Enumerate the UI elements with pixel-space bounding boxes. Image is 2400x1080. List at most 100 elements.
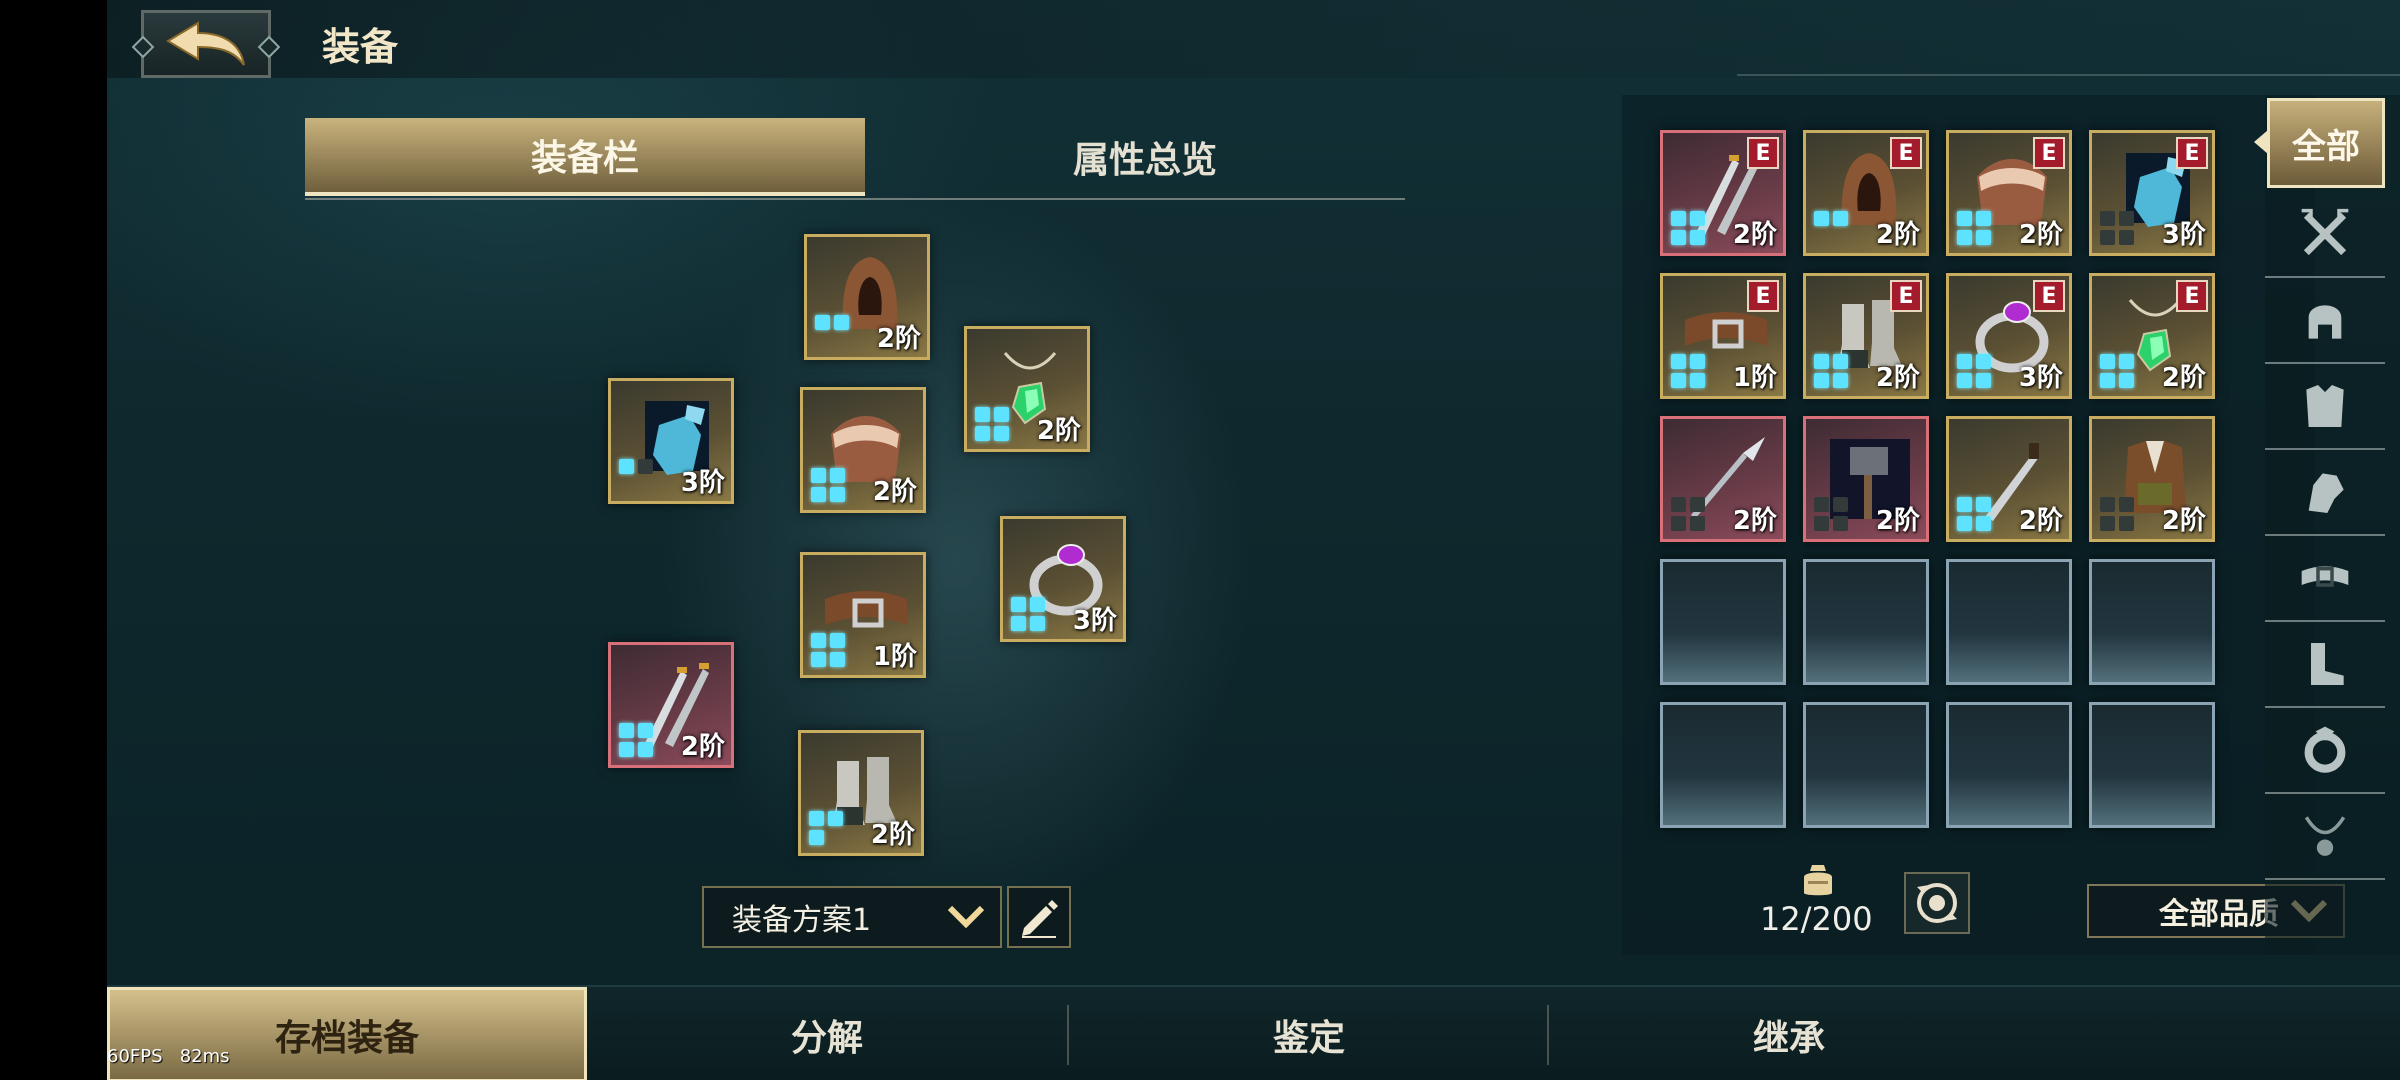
sort-cycle-icon xyxy=(1917,883,1957,923)
gem-slots xyxy=(619,459,653,493)
gem-slots xyxy=(1957,211,1991,245)
inventory-item[interactable]: 3阶 E xyxy=(2089,130,2215,256)
inventory-empty-slot[interactable] xyxy=(1946,702,2072,828)
slot-hood[interactable]: 2阶 xyxy=(804,234,930,360)
slot-ring[interactable]: 3阶 xyxy=(1000,516,1126,642)
back-button[interactable] xyxy=(141,10,271,78)
gem-slots xyxy=(975,407,1009,441)
tier-label: 3阶 xyxy=(1072,606,1117,636)
divider xyxy=(1737,74,2400,76)
selection-arrow-icon xyxy=(2254,130,2268,154)
dismantle-button[interactable]: 分解 xyxy=(587,987,1067,1080)
category-all[interactable]: 全部 xyxy=(2267,98,2385,188)
gem-slots xyxy=(2100,211,2134,245)
equipped-badge: E xyxy=(1890,280,1922,312)
tier-label: 2阶 xyxy=(2161,506,2206,536)
gem-slots xyxy=(1671,497,1705,531)
quality-filter-label: 全部品质 xyxy=(2159,897,2279,932)
view-tabs: 装备栏 属性总览 xyxy=(305,118,1405,200)
inventory-count: 12/200 xyxy=(1760,900,1873,938)
category-swords[interactable] xyxy=(2265,192,2385,278)
swords-icon xyxy=(2301,208,2349,256)
inventory-empty-slot[interactable] xyxy=(1803,559,1929,685)
category-chest-armor[interactable] xyxy=(2265,364,2385,450)
chevron-down-icon xyxy=(947,905,985,929)
tier-label: 2阶 xyxy=(1036,416,1081,446)
tier-label: 3阶 xyxy=(2161,220,2206,250)
slot-boots[interactable]: 2阶 xyxy=(798,730,924,856)
tab-attributes[interactable]: 属性总览 xyxy=(865,118,1425,196)
inventory-item[interactable]: 2阶 E xyxy=(1803,273,1929,399)
gem-slots xyxy=(2100,497,2134,531)
inventory-empty-slot[interactable] xyxy=(2089,559,2215,685)
tier-label: 2阶 xyxy=(2018,506,2063,536)
necklace-icon xyxy=(2304,816,2346,856)
category-necklace[interactable] xyxy=(2265,794,2385,880)
inventory-item[interactable]: 2阶 xyxy=(1660,416,1786,542)
chest-armor-icon xyxy=(2306,385,2344,427)
tier-label: 1阶 xyxy=(1732,363,1777,393)
tier-label: 2阶 xyxy=(876,324,921,354)
gem-slots xyxy=(809,811,843,845)
loadout-label: 装备方案1 xyxy=(732,903,872,938)
equipped-badge: E xyxy=(2033,280,2065,312)
category-boot[interactable] xyxy=(2265,622,2385,708)
equipped-badge: E xyxy=(2176,137,2208,169)
fps-counter: 60FPS 82ms xyxy=(107,1046,230,1067)
category-ring[interactable] xyxy=(2265,708,2385,794)
category-glove[interactable] xyxy=(2265,450,2385,536)
inventory-item[interactable]: 2阶 xyxy=(1946,416,2072,542)
gem-slots xyxy=(815,315,849,349)
tier-label: 2阶 xyxy=(680,732,725,762)
slot-weapon[interactable]: 2阶 xyxy=(608,642,734,768)
inventory-empty-slot[interactable] xyxy=(1660,559,1786,685)
identify-button[interactable]: 鉴定 xyxy=(1069,987,1549,1080)
loadout-select[interactable]: 装备方案1 xyxy=(702,886,1002,948)
inventory-empty-slot[interactable] xyxy=(1803,702,1929,828)
sort-button[interactable] xyxy=(1904,872,1970,934)
page-title: 装备 xyxy=(322,24,399,69)
inherit-button[interactable]: 继承 xyxy=(1549,987,2029,1080)
tier-label: 2阶 xyxy=(1875,363,1920,393)
pencil-icon xyxy=(1022,900,1058,938)
inventory-empty-slot[interactable] xyxy=(2089,702,2215,828)
category-belt[interactable] xyxy=(2265,536,2385,622)
edit-loadout-button[interactable] xyxy=(1007,886,1071,948)
gem-slots xyxy=(2100,354,2134,388)
gem-slots xyxy=(1814,211,1848,245)
bottom-action-bar: 存档装备 分解 鉴定 继承 xyxy=(107,985,2400,1080)
inventory-empty-slot[interactable] xyxy=(1946,559,2072,685)
tier-label: 2阶 xyxy=(1875,220,1920,250)
gem-slots xyxy=(811,468,845,502)
inventory-item[interactable]: 2阶 xyxy=(2089,416,2215,542)
gem-slots xyxy=(1957,354,1991,388)
tab-underline xyxy=(305,198,1405,200)
slot-belt[interactable]: 1阶 xyxy=(800,552,926,678)
inventory-item[interactable]: 3阶 E xyxy=(1946,273,2072,399)
top-bar xyxy=(107,0,2400,78)
inventory-item[interactable]: 2阶 E xyxy=(1946,130,2072,256)
inventory-item[interactable]: 2阶 E xyxy=(1803,130,1929,256)
gem-slots xyxy=(1814,497,1848,531)
gem-slots xyxy=(811,633,845,667)
gem-slots xyxy=(1671,211,1705,245)
slot-gloves[interactable]: 3阶 xyxy=(608,378,734,504)
glove-icon xyxy=(2308,473,2344,513)
tier-label: 3阶 xyxy=(680,468,725,498)
tier-label: 2阶 xyxy=(2018,220,2063,250)
category-helmet[interactable] xyxy=(2265,278,2385,364)
equipped-badge: E xyxy=(2033,137,2065,169)
gem-slots xyxy=(1011,597,1045,631)
ring-icon xyxy=(2304,726,2346,773)
slot-cloak[interactable]: 2阶 xyxy=(800,387,926,513)
inventory-item[interactable]: 1阶 E xyxy=(1660,273,1786,399)
equipped-badge: E xyxy=(1890,137,1922,169)
tier-label: 2阶 xyxy=(2161,363,2206,393)
inventory-item[interactable]: 2阶 E xyxy=(2089,273,2215,399)
tab-equip-slots[interactable]: 装备栏 xyxy=(305,118,865,196)
belt-icon xyxy=(2301,566,2349,587)
slot-necklace[interactable]: 2阶 xyxy=(964,326,1090,452)
inventory-item[interactable]: 2阶 E xyxy=(1660,130,1786,256)
inventory-empty-slot[interactable] xyxy=(1660,702,1786,828)
inventory-item[interactable]: 2阶 xyxy=(1803,416,1929,542)
